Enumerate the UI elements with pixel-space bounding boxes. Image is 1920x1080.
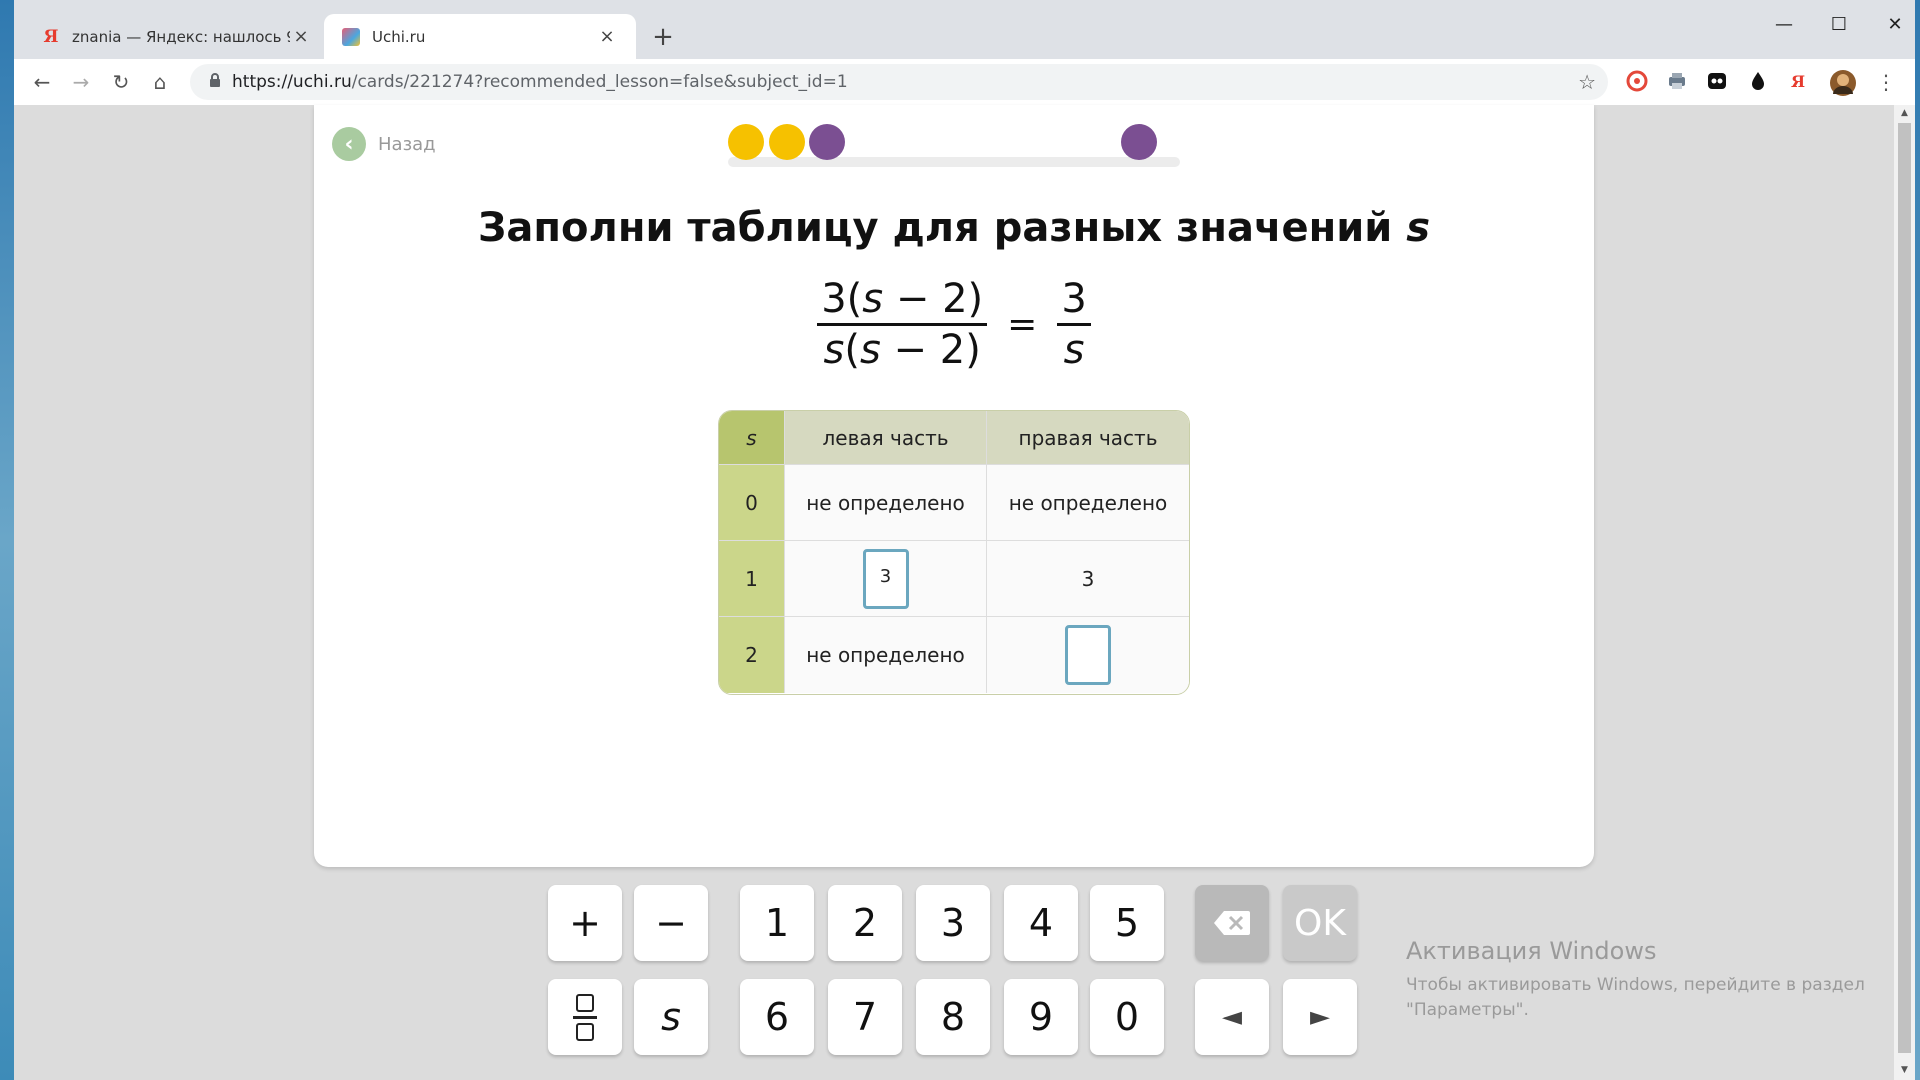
digit-key-9[interactable]: 9 [1004,979,1078,1055]
cell-s: 1 [719,541,785,617]
chevron-left-icon: ‹ [332,127,366,161]
new-tab-button[interactable]: + [648,22,678,52]
cursor-right-key[interactable]: ► [1283,979,1357,1055]
fraction-key[interactable] [548,979,622,1055]
back-button[interactable]: ‹ Назад [332,127,436,161]
digit-key-1[interactable]: 1 [740,885,814,961]
right-fraction: 3 s [1057,275,1091,374]
equals-sign: = [1007,304,1038,345]
arrow-left-icon: ◄ [1222,1002,1242,1032]
scrollbar-thumb[interactable] [1898,123,1911,1053]
close-icon[interactable]: × [290,26,312,47]
drop-icon[interactable] [1746,70,1770,94]
digit-key-0[interactable]: 0 [1090,979,1164,1055]
table-row: 2 не определено [719,617,1189,693]
yandex-icon: Я [43,26,59,47]
cell-right: не определено [987,465,1189,541]
yandex-icon[interactable]: Я [1786,70,1810,94]
digit-key-5[interactable]: 5 [1090,885,1164,961]
page-viewport: ‹ Назад Заполни таблицу для разных значе… [14,105,1894,1080]
values-table: s левая часть правая часть 0 не определе… [718,410,1190,695]
back-arrow-icon[interactable]: ← [27,67,57,97]
plus-key[interactable]: + [548,885,622,961]
url-text: https://uchi.ru/cards/221274?recommended… [232,72,848,92]
cell-left: не определено [785,617,987,693]
tab-uchi[interactable]: Uchi.ru × [324,14,636,59]
cell-s: 2 [719,617,785,693]
table-row: 0 не определено не определено [719,465,1189,541]
cursor-left-key[interactable]: ◄ [1195,979,1269,1055]
table-header-row: s левая часть правая часть [719,411,1189,465]
answer-input-right[interactable] [1065,625,1111,685]
fraction-icon [573,993,597,1041]
answer-input-left[interactable]: 3 [862,548,909,609]
backspace-icon [1214,911,1250,935]
tab-title: Uchi.ru [372,27,426,46]
equation: 3(s − 2) s(s − 2) = 3 s [314,275,1594,374]
table-row: 1 3 3 [719,541,1189,617]
cell-left: не определено [785,465,987,541]
game-icon[interactable] [1705,70,1729,94]
tab-title: znania — Яндекс: нашлось 954 · [72,27,290,46]
digit-key-8[interactable]: 8 [916,979,990,1055]
digit-key-3[interactable]: 3 [916,885,990,961]
avatar[interactable] [1830,70,1856,96]
digit-key-4[interactable]: 4 [1004,885,1078,961]
tab-znania[interactable]: Я znania — Яндекс: нашлось 954 · × [24,14,330,59]
windows-activation-watermark: Активация Windows Чтобы активировать Win… [1406,937,1865,1020]
lock-icon [210,73,220,87]
printer-icon[interactable] [1665,70,1689,94]
progress-dot [768,124,805,160]
forward-arrow-icon[interactable]: → [66,67,96,97]
page-scrollbar[interactable]: ▲ ▼ [1894,105,1915,1080]
task-title: Заполни таблицу для разных значений s [478,205,1430,251]
close-window-button[interactable]: ✕ [1869,10,1920,40]
header-s: s [719,411,785,465]
progress-dot [809,124,846,160]
cell-left: 3 [785,541,987,617]
header-left-side: левая часть [785,411,987,465]
digit-key-7[interactable]: 7 [828,979,902,1055]
home-icon[interactable]: ⌂ [145,67,175,97]
digit-key-2[interactable]: 2 [828,885,902,961]
progress-track [728,157,1180,167]
target-icon[interactable] [1625,70,1649,94]
ok-button[interactable]: OK [1283,885,1357,961]
back-label: Назад [378,133,436,155]
header-right-side: правая часть [987,411,1189,465]
scroll-up-icon[interactable]: ▲ [1894,105,1915,121]
cell-right [987,617,1189,693]
progress-dot [1121,124,1158,160]
digit-key-6[interactable]: 6 [740,979,814,1055]
bookmark-star-icon[interactable]: ☆ [1578,64,1596,100]
uchi-icon [342,27,360,46]
lesson-card: ‹ Назад Заполни таблицу для разных значе… [314,105,1594,867]
minus-key[interactable]: − [634,885,708,961]
cell-s: 0 [719,465,785,541]
cell-right: 3 [987,541,1189,617]
maximize-button[interactable]: ☐ [1813,10,1865,40]
browser-window: Я znania — Яндекс: нашлось 954 · × Uchi.… [14,0,1915,1080]
tab-strip: Я znania — Яндекс: нашлось 954 · × Uchi.… [14,0,1915,59]
address-bar[interactable]: https://uchi.ru/cards/221274?recommended… [190,64,1608,100]
menu-icon[interactable]: ⋮ [1874,70,1898,94]
variable-s-key[interactable]: s [634,979,708,1055]
arrow-right-icon: ► [1310,1002,1330,1032]
left-fraction: 3(s − 2) s(s − 2) [817,275,988,374]
browser-toolbar: ← → ↻ ⌂ https://uchi.ru/cards/221274?rec… [14,59,1915,106]
progress-dot [728,124,765,160]
minimize-button[interactable]: — [1758,10,1810,40]
backspace-key[interactable] [1195,885,1269,961]
desktop-background [0,0,14,1080]
desktop-background-right [1915,0,1920,1080]
scroll-down-icon[interactable]: ▼ [1894,1062,1915,1078]
close-icon[interactable]: × [596,26,618,47]
reload-icon[interactable]: ↻ [106,67,136,97]
